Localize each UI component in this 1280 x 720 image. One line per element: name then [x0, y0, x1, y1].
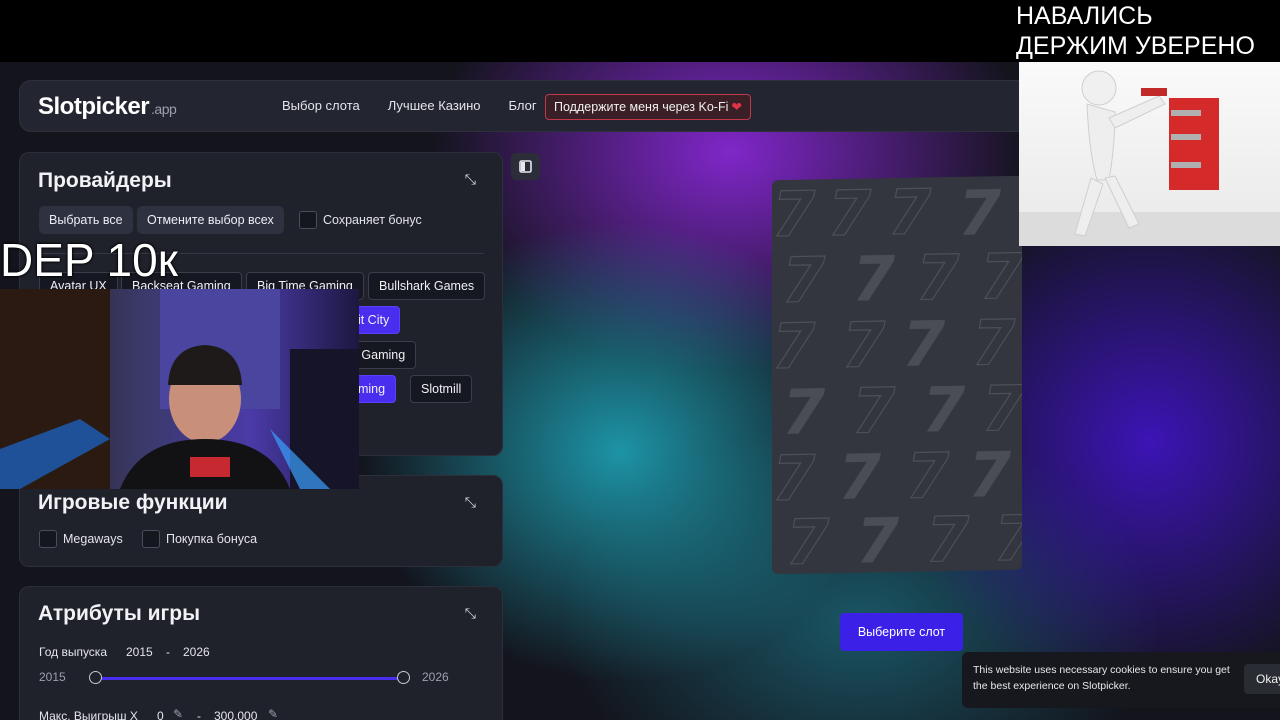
bonus-buy-label: Покупка бонуса — [166, 532, 258, 546]
maxwin-separator: - — [197, 709, 201, 720]
maxwin-label: Макс. Выигрыш Х — [39, 709, 138, 720]
overlay-top-text-line1: НАВАЛИСЬ — [1016, 2, 1153, 30]
seven-pattern: 7 — [785, 505, 830, 575]
seven-pattern: 7 — [852, 242, 896, 316]
attributes-panel: Атрибуты игры ⤡ Год выпуска 2015 - 2026 … — [19, 586, 503, 720]
nav-link-best-casino[interactable]: Лучшее Казино — [388, 98, 481, 113]
meme-image — [1019, 62, 1280, 246]
figure-pulling-lever-illustration — [1019, 70, 1280, 246]
collapse-icon[interactable]: ⤡ — [465, 171, 476, 188]
seven-pattern: 7 — [782, 375, 826, 450]
provider-chip[interactable]: Bullshark Games — [368, 272, 486, 300]
seven-pattern: 7 — [905, 438, 950, 513]
deselect-all-button[interactable]: Отмените выбор всех — [137, 206, 284, 234]
overlay-top-text-line2: ДЕРЖИМ УВЕРЕНО — [1016, 32, 1255, 60]
cookie-okay-button[interactable]: Okay — [1244, 664, 1280, 694]
edit-icon[interactable]: ✎ — [268, 707, 278, 720]
year-slider-track[interactable] — [95, 677, 404, 680]
keeps-bonus-checkbox[interactable] — [299, 211, 317, 229]
logo-text: Slotpicker — [38, 93, 150, 120]
seven-pattern: 7 — [958, 176, 1002, 250]
range-max-label: 2026 — [422, 670, 449, 684]
navbar: Slotpicker .app Выбор слота Лучшее Казино… — [19, 80, 1029, 132]
seven-pattern: 7 — [968, 438, 1012, 512]
providers-title: Провайдеры — [38, 169, 172, 192]
seven-pattern: 7 — [925, 502, 970, 575]
heart-icon: ❤ — [731, 100, 742, 114]
seven-pattern: 7 — [772, 441, 816, 516]
seven-pattern: 7 — [772, 177, 816, 252]
maxwin-from-input[interactable]: 0 — [157, 709, 164, 720]
maxwin-to-input[interactable]: 300,000 — [214, 709, 257, 720]
seven-pattern: 7 — [838, 440, 882, 515]
year-from-input[interactable]: 2015 — [126, 645, 153, 659]
seven-pattern: 7 — [922, 372, 966, 447]
cookie-banner: This website uses necessary cookies to e… — [962, 652, 1280, 708]
seven-pattern: 7 — [971, 305, 1016, 380]
attributes-title: Атрибуты игры — [38, 602, 201, 625]
nav-links: Выбор слота Лучшее Казино Блог — [282, 98, 537, 113]
edit-icon[interactable]: ✎ — [173, 707, 183, 720]
kofi-label: Поддержите меня через Ko-Fi — [554, 100, 729, 114]
seven-pattern: 7 — [772, 309, 816, 384]
year-to-input[interactable]: 2026 — [183, 645, 210, 659]
slot-preview-card: 7 7 7 7 7 7 7 7 7 7 7 7 7 7 7 7 7 7 7 7 … — [772, 175, 1022, 575]
year-separator: - — [166, 645, 170, 659]
select-all-button[interactable]: Выбрать все — [39, 206, 133, 234]
range-min-label: 2015 — [39, 670, 66, 684]
sidebar-toggle-button[interactable] — [511, 153, 540, 180]
provider-chip[interactable]: Slotmill — [410, 375, 473, 403]
nav-link-slot-choice[interactable]: Выбор слота — [282, 98, 360, 113]
overlay-dep-text: DEP 10к — [0, 234, 178, 286]
seven-pattern: 7 — [781, 243, 826, 318]
site-logo[interactable]: Slotpicker .app — [38, 93, 177, 121]
webcam-scene — [0, 289, 359, 489]
year-slider-min-thumb[interactable] — [89, 671, 102, 684]
nav-link-blog[interactable]: Блог — [509, 98, 537, 113]
seven-pattern: 7 — [851, 373, 896, 448]
kofi-button[interactable]: Поддержите меня через Ko-Fi ❤ — [545, 94, 751, 120]
logo-suffix: .app — [151, 101, 177, 117]
year-label: Год выпуска — [39, 645, 107, 659]
year-slider-max-thumb[interactable] — [397, 671, 410, 684]
keeps-bonus-label: Сохраняет бонус — [323, 213, 422, 227]
seven-pattern: 7 — [981, 371, 1022, 446]
megaways-checkbox[interactable] — [39, 530, 57, 548]
seven-pattern: 7 — [979, 239, 1022, 314]
seven-pattern: 7 — [856, 503, 900, 575]
seven-pattern: 7 — [841, 308, 886, 383]
bonus-buy-checkbox[interactable] — [142, 530, 160, 548]
collapse-icon[interactable]: ⤡ — [465, 605, 476, 622]
seven-pattern: 7 — [827, 176, 872, 251]
seven-pattern: 7 — [993, 501, 1022, 575]
features-title: Игровые функции — [38, 491, 228, 514]
seven-pattern: 7 — [915, 240, 960, 315]
collapse-icon[interactable]: ⤡ — [465, 494, 476, 511]
seven-pattern: 7 — [902, 307, 946, 381]
choose-slot-button[interactable]: Выберите слот — [840, 613, 963, 651]
sidebar-toggle-icon — [519, 160, 532, 173]
cookie-text: This website uses necessary cookies to e… — [973, 664, 1230, 692]
seven-pattern: 7 — [887, 175, 932, 250]
streamer-webcam — [0, 289, 359, 489]
megaways-label: Megaways — [63, 532, 123, 546]
